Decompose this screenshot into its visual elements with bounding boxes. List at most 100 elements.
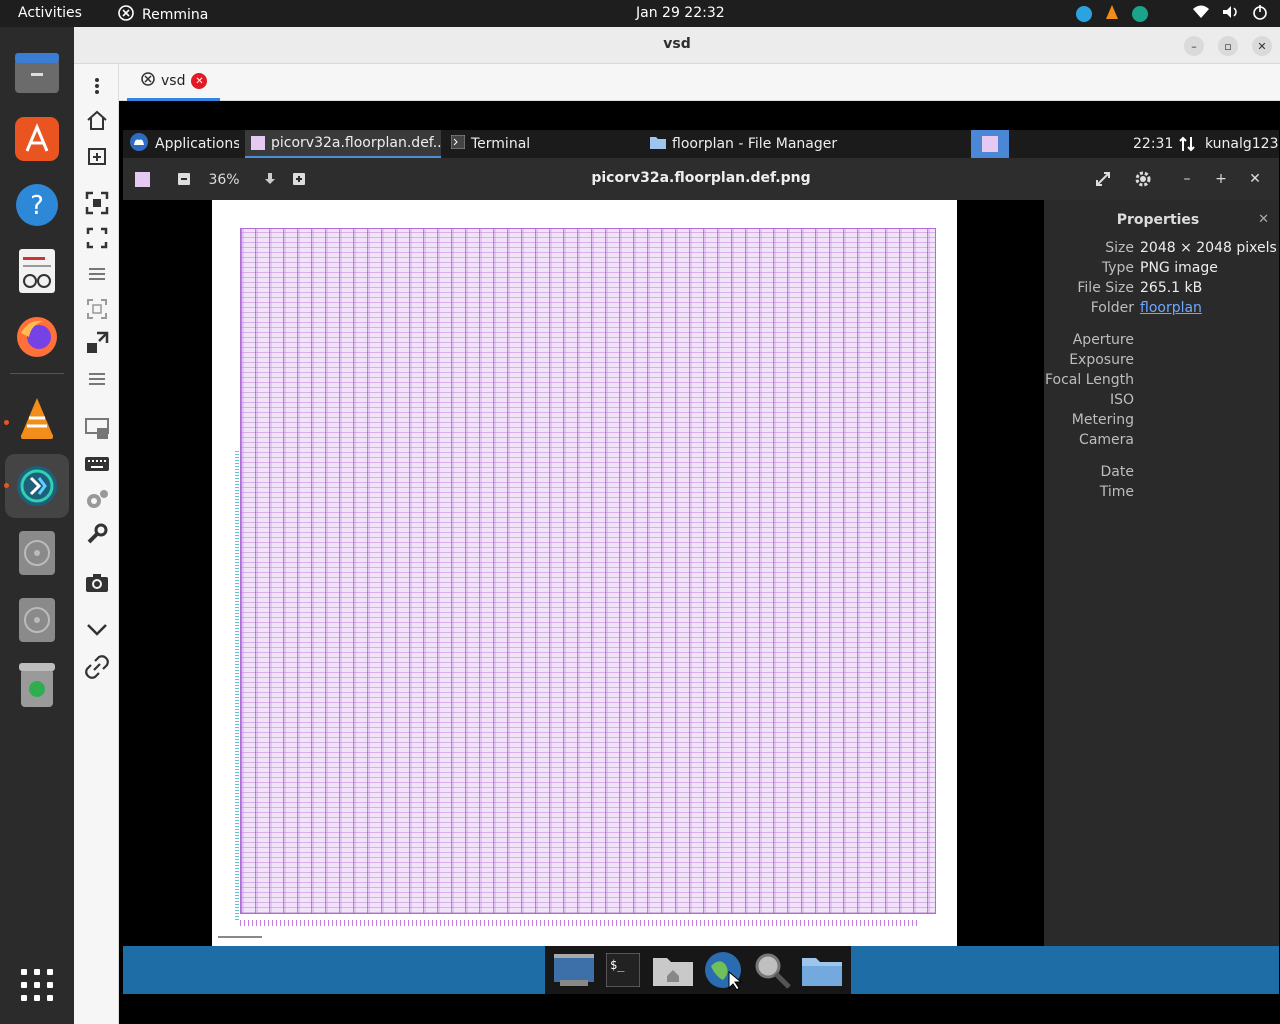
screen: Activities Remmina Jan 29 22:32 ? vsd – …: [0, 0, 1280, 1024]
search-icon[interactable]: [751, 951, 793, 989]
app-center-icon[interactable]: [13, 115, 61, 163]
floorplan-bottom-pins: [240, 920, 920, 926]
show-desktop-icon[interactable]: [553, 951, 595, 989]
workspace-thumbnail: [982, 136, 998, 152]
tab-label: vsd: [161, 73, 186, 89]
menu-dots-icon[interactable]: [84, 73, 110, 99]
exif-row: Exposure: [1044, 352, 1279, 372]
window-maximize-button[interactable]: +: [1210, 168, 1232, 190]
firefox-icon[interactable]: [13, 313, 61, 361]
properties-title: Properties: [1116, 212, 1200, 228]
panel-clock[interactable]: 22:31: [1127, 130, 1173, 158]
disc-icon[interactable]: [13, 596, 61, 644]
tab-close-icon[interactable]: ✕: [191, 73, 208, 89]
image-viewer-header: 36% picorv32a.floorplan.def.png – + ✕: [123, 158, 1279, 200]
home-folder-icon[interactable]: [652, 951, 694, 989]
telegram-icon[interactable]: [1076, 6, 1092, 22]
help-icon[interactable]: ?: [13, 181, 61, 229]
property-row: Size 2048 × 2048 pixels: [1044, 240, 1279, 260]
running-indicator: [4, 420, 9, 425]
app-name: Remmina: [142, 7, 209, 23]
properties-close-icon[interactable]: ✕: [1258, 212, 1269, 227]
remmina-tray-icon[interactable]: [1132, 6, 1148, 22]
vlc-tray-icon[interactable]: [1104, 4, 1120, 24]
tools-icon[interactable]: [84, 521, 110, 547]
maximize-button[interactable]: ▫: [1218, 36, 1238, 56]
xfce-mouse-icon: [129, 132, 149, 156]
xfce-bottom-panel: $_: [123, 946, 1279, 994]
disconnect-icon[interactable]: [84, 654, 110, 680]
power-icon[interactable]: [1252, 4, 1268, 24]
clock[interactable]: Jan 29 22:32: [636, 5, 725, 21]
exif-key: Exposure: [1069, 352, 1134, 368]
minimize-button[interactable]: –: [1184, 36, 1204, 56]
tab-bar: vsd ✕: [119, 64, 1280, 101]
exif-key: Focal Length: [1044, 372, 1134, 388]
web-browser-icon[interactable]: [702, 951, 744, 990]
exif-key: Camera: [1079, 432, 1134, 448]
remote-desktop[interactable]: Applications picorv32a.floorplan.def....…: [119, 101, 1280, 1024]
panel-user[interactable]: kunalg123: [1199, 130, 1279, 158]
remmina-toolbar: [74, 64, 119, 1024]
dock-separator: [10, 373, 64, 374]
property-value: 2048 × 2048 pixels: [1140, 240, 1277, 256]
disc-icon[interactable]: [13, 529, 61, 577]
property-value: 265.1 kB: [1140, 280, 1203, 296]
folder-link[interactable]: floorplan: [1140, 300, 1202, 316]
window-close-button[interactable]: ✕: [1244, 168, 1266, 190]
keyboard-icon[interactable]: [84, 451, 110, 477]
window-minimize-button[interactable]: –: [1176, 168, 1198, 190]
volume-icon[interactable]: [1222, 5, 1240, 23]
floorplan-scale-bar: [218, 936, 262, 938]
exif-key: ISO: [1109, 392, 1134, 408]
hamburger-icon[interactable]: [84, 366, 110, 392]
folder-icon[interactable]: [801, 951, 843, 989]
multi-monitor-icon[interactable]: [84, 416, 110, 442]
window-titlebar[interactable]: vsd – ▫ ✕: [74, 27, 1280, 64]
trash-icon[interactable]: [13, 661, 61, 709]
text-editor-icon[interactable]: [13, 247, 61, 295]
terminal-icon[interactable]: $_: [602, 951, 644, 989]
screenshot-icon[interactable]: [84, 570, 110, 596]
taskbar-item-image[interactable]: picorv32a.floorplan.def....: [245, 130, 441, 158]
app-menu[interactable]: Remmina: [118, 5, 208, 25]
fullscreen-button[interactable]: [1092, 168, 1114, 190]
workspace-switcher[interactable]: [971, 130, 1009, 158]
fit-window-icon[interactable]: [84, 190, 110, 216]
taskbar-item-terminal[interactable]: Terminal: [445, 130, 641, 158]
xfce-panel: Applications picorv32a.floorplan.def....…: [123, 130, 1279, 158]
floorplan-io-pins: [235, 450, 239, 920]
activities-button[interactable]: Activities: [18, 5, 82, 21]
remmina-icon[interactable]: [13, 462, 61, 510]
chevron-down-icon[interactable]: [84, 617, 110, 643]
applications-label: Applications: [155, 136, 239, 152]
exif-row: Metering: [1044, 412, 1279, 432]
property-key: File Size: [1077, 280, 1134, 296]
window-title: vsd: [663, 36, 691, 52]
exif-row: ISO: [1044, 392, 1279, 412]
svg-text:$_: $_: [610, 958, 625, 972]
files-icon[interactable]: [13, 49, 61, 97]
time-key: Time: [1099, 484, 1134, 500]
property-key: Folder: [1090, 300, 1134, 316]
property-key: Size: [1105, 240, 1134, 256]
vlc-icon[interactable]: [13, 394, 61, 442]
close-button[interactable]: ✕: [1252, 36, 1272, 56]
dynamic-resolution-icon[interactable]: [84, 330, 110, 356]
hamburger-icon[interactable]: [84, 261, 110, 287]
new-tab-icon[interactable]: [84, 142, 110, 168]
wifi-icon[interactable]: [1192, 5, 1210, 23]
app-grid-icon[interactable]: [13, 961, 61, 1009]
preferences-icon[interactable]: [84, 486, 110, 512]
settings-gear-icon[interactable]: [1132, 168, 1154, 190]
home-icon[interactable]: [84, 107, 110, 133]
time-row: Time: [1044, 484, 1279, 504]
scaled-mode-icon[interactable]: [84, 296, 110, 322]
remmina-icon: [118, 5, 134, 25]
tab-vsd[interactable]: vsd ✕: [127, 64, 220, 101]
taskbar-item-file-manager[interactable]: floorplan - File Manager: [644, 130, 840, 158]
fullscreen-icon[interactable]: [84, 225, 110, 251]
applications-menu[interactable]: Applications: [123, 130, 239, 158]
image-viewer-icon: [251, 136, 265, 150]
svg-text:?: ?: [30, 191, 44, 221]
